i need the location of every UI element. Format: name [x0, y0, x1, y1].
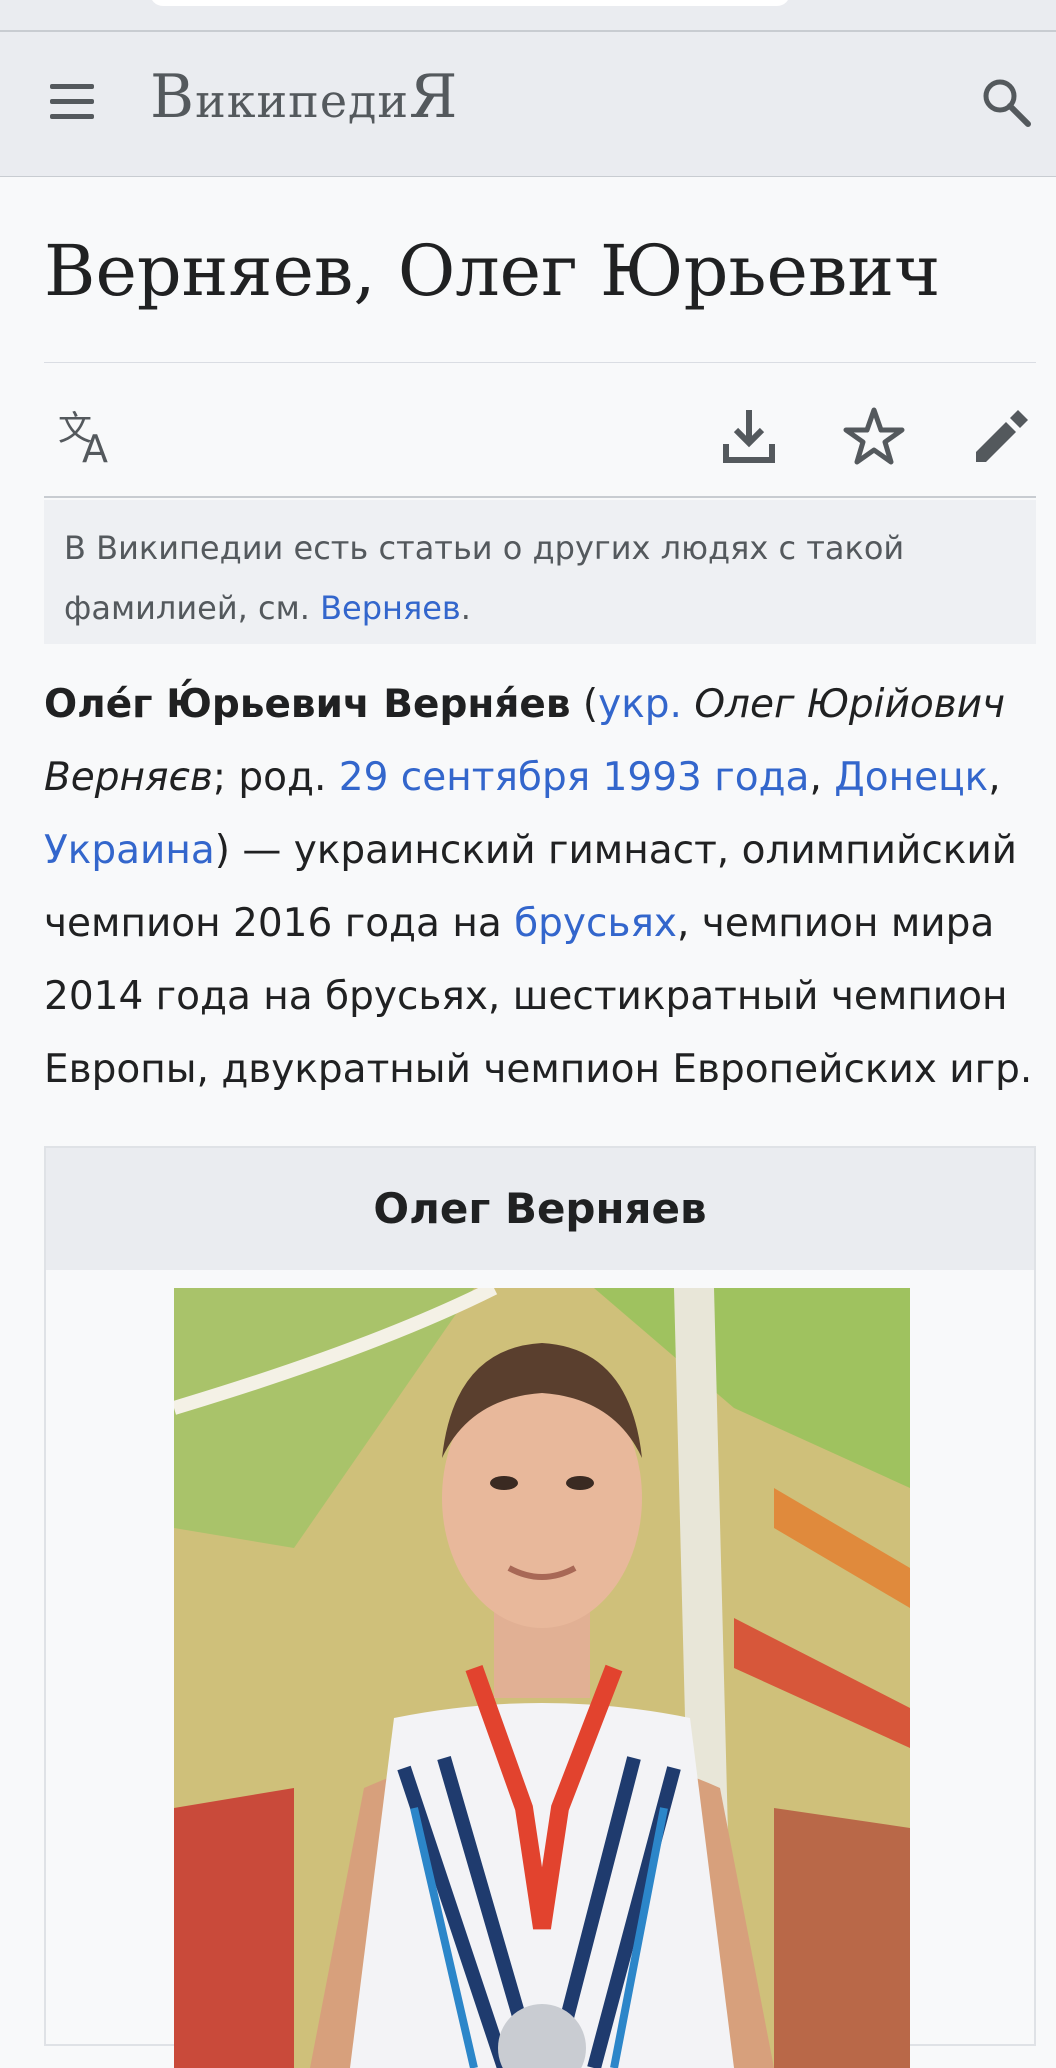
- infobox-title: Олег Верняев: [46, 1148, 1034, 1270]
- birth-date-link[interactable]: 29 сентября 1993 года: [339, 755, 810, 800]
- page-title: Верняев, Олег Юрьевич: [44, 230, 941, 312]
- title-divider: [44, 362, 1036, 363]
- hatnote: В Википедии есть статьи о других людях с…: [44, 500, 1036, 644]
- star-icon[interactable]: [839, 402, 909, 472]
- athlete-photo[interactable]: [174, 1288, 910, 2068]
- svg-text:A: A: [82, 427, 108, 471]
- hatnote-link[interactable]: Верняев: [320, 589, 461, 627]
- ukraine-link[interactable]: Украина: [44, 828, 215, 873]
- lead-paragraph: Оле́г Ю́рьевич Верня́ев (укр. Олег Юрійо…: [44, 682, 1033, 1092]
- site-header: ВикипедиЯ: [0, 32, 1056, 177]
- download-icon[interactable]: [714, 402, 784, 472]
- wikipedia-logo[interactable]: ВикипедиЯ: [150, 62, 459, 132]
- url-pill: [150, 0, 790, 6]
- page-actions-bar: 文 A: [44, 388, 1036, 496]
- pencil-icon[interactable]: [964, 402, 1034, 472]
- parallel-bars-link[interactable]: брусьях: [514, 901, 677, 946]
- translate-icon[interactable]: 文 A: [54, 402, 124, 472]
- search-icon[interactable]: [978, 74, 1034, 130]
- hamburger-menu-icon[interactable]: [46, 80, 98, 124]
- infobox: Олег Верняев: [44, 1146, 1036, 2068]
- actions-divider: [44, 496, 1036, 498]
- donetsk-link[interactable]: Донецк: [834, 755, 988, 800]
- status-strip: [0, 0, 1056, 32]
- subject-name: Оле́г Ю́рьевич Верня́ев: [44, 682, 571, 727]
- ukrainian-language-link[interactable]: укр.: [598, 682, 682, 727]
